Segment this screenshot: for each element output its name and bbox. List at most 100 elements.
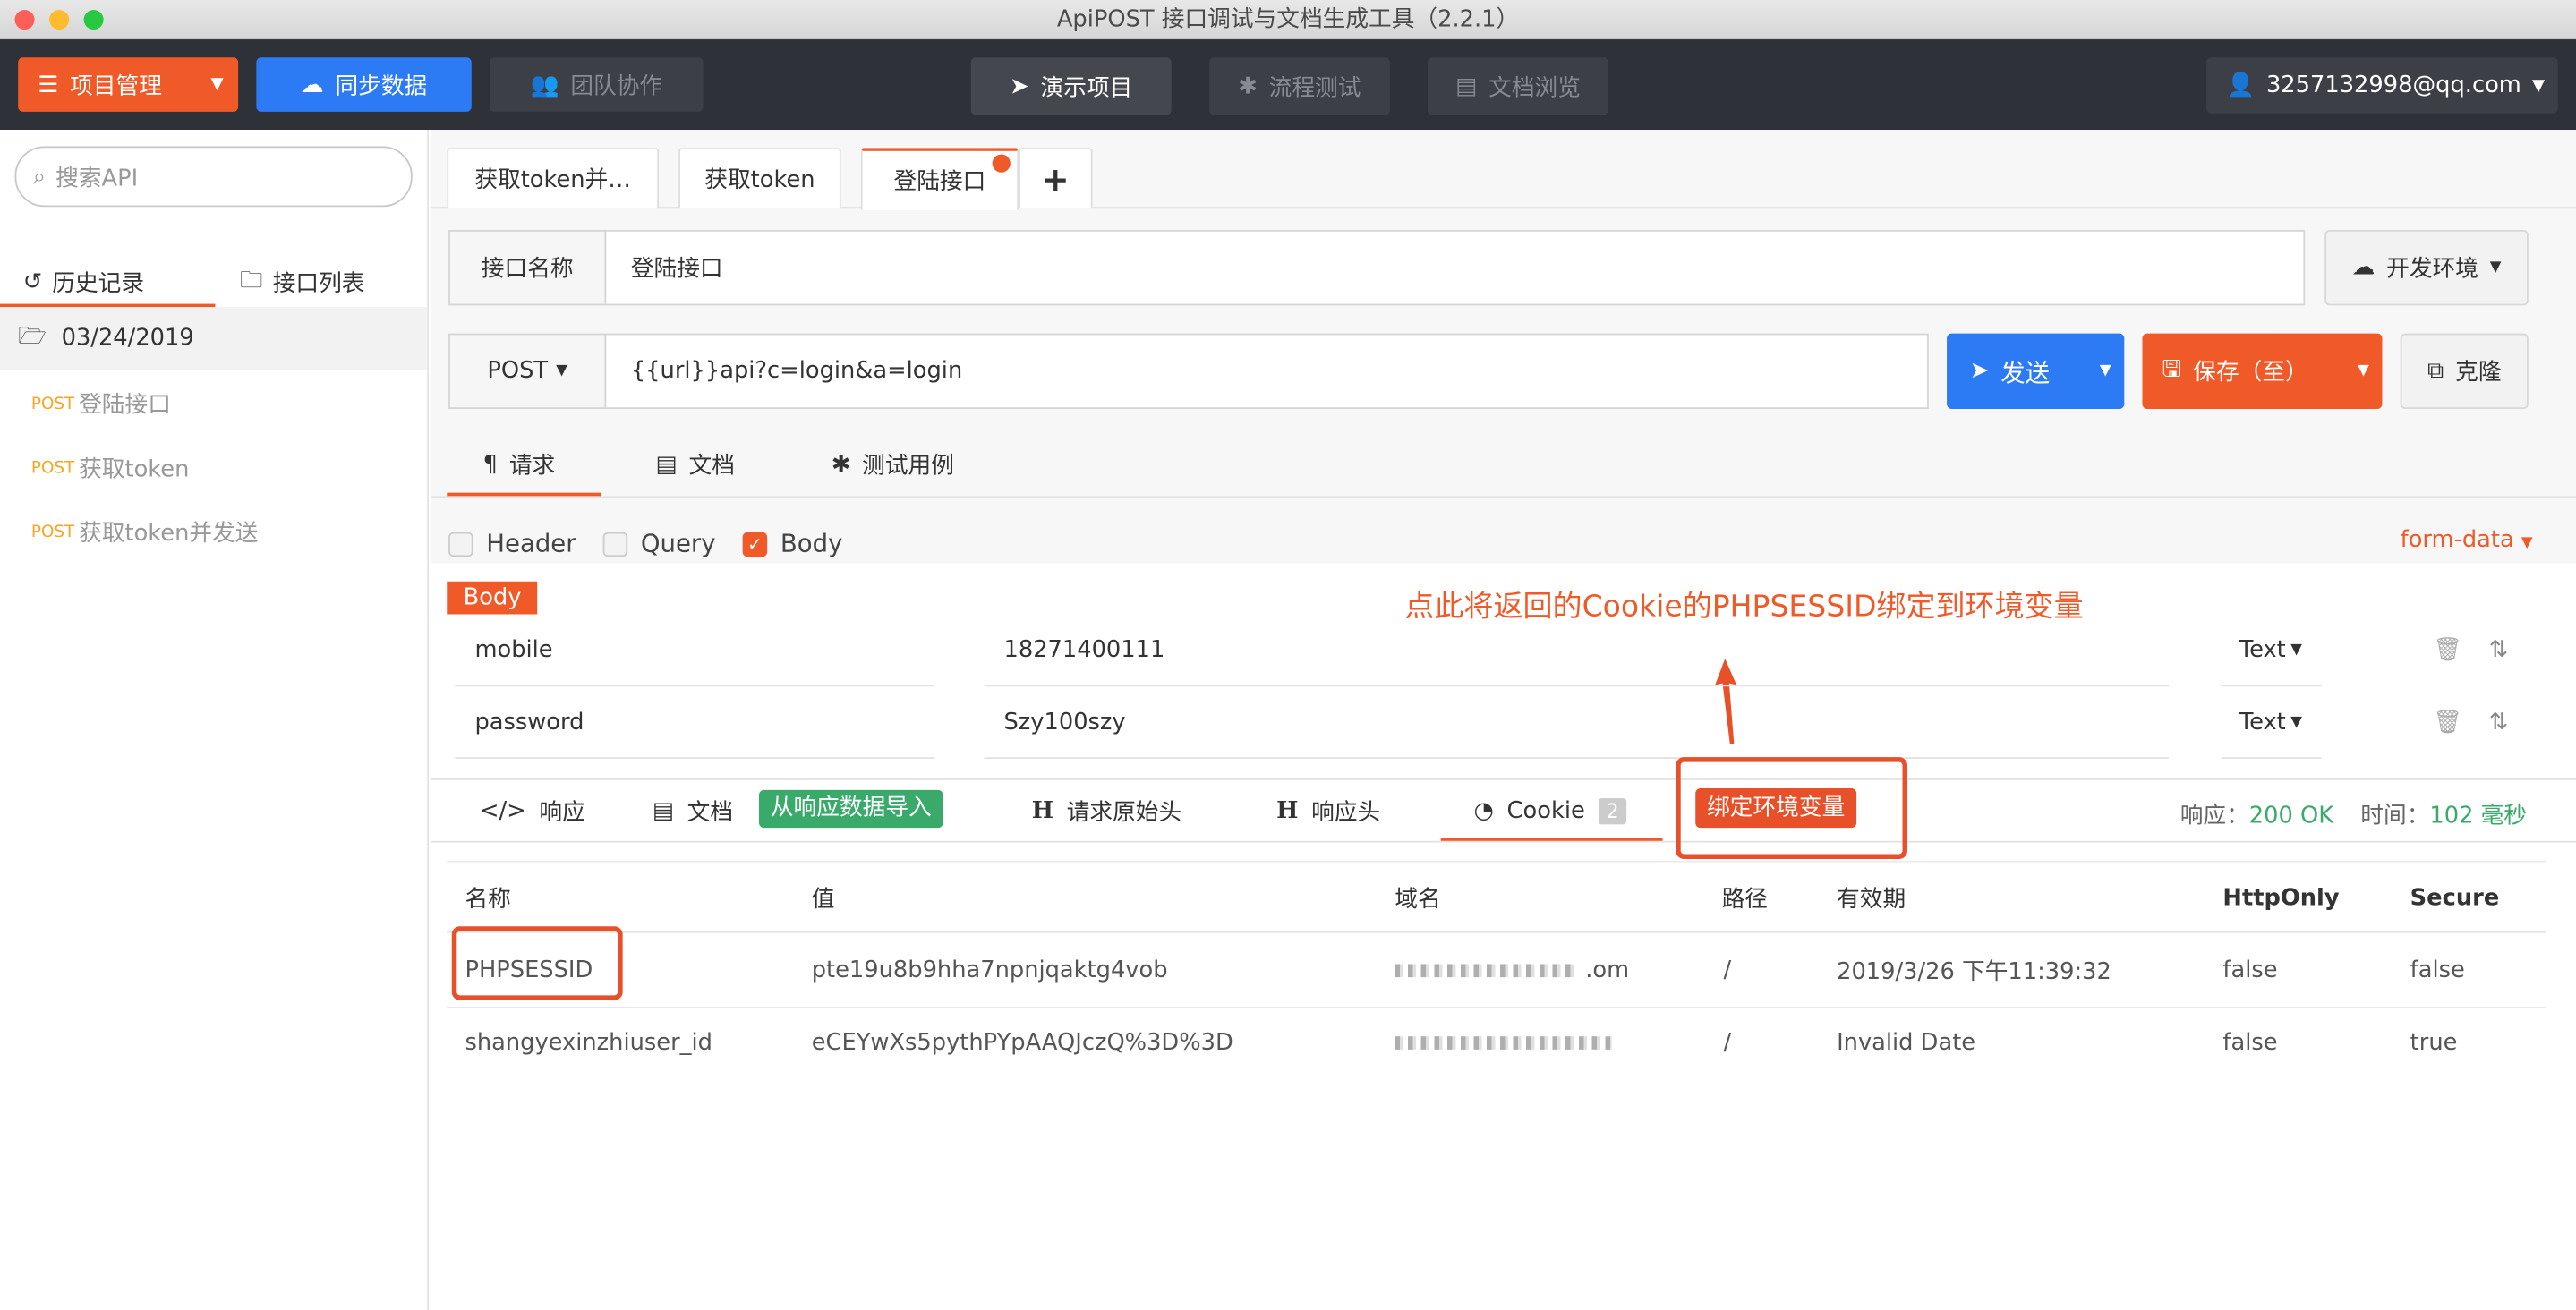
import-from-response-button[interactable]: 从响应数据导入 [759,789,943,829]
param-type-select[interactable]: Text ▼ [2239,614,2302,686]
trash-icon[interactable]: 🗑 [2433,686,2462,759]
caret-down-icon: ▼ [2290,714,2302,731]
tab-response-headers-label: 响应头 [1311,799,1381,827]
caret-down-icon: ▼ [2532,76,2546,95]
param-row: password Szy100szy Text ▼ 🗑 ⇅ [447,686,2546,760]
body-checkbox[interactable]: ✓ Body [742,529,843,559]
close-window-button[interactable] [14,10,35,30]
tab-response-doc-label: 文档 [687,799,734,827]
param-key[interactable]: mobile [474,614,552,686]
redacted-text [1395,1036,1612,1050]
doc-browse-label: 文档浏览 [1488,74,1581,101]
add-tab-button[interactable]: + [1019,148,1093,209]
table-row[interactable]: PHPSESSID pte19u8b9hha7npnjqaktg4vob .om… [447,934,2546,1007]
list-item[interactable]: POST 获取token并发送 [0,499,427,565]
doc-browse-button[interactable]: ▤ 文档浏览 [1428,57,1608,115]
clone-button[interactable]: ⧉ 克隆 [2400,333,2529,410]
unsaved-dot-icon [992,154,1011,173]
caret-down-icon: ▼ [2521,535,2533,552]
sort-icon[interactable]: ⇅ [2489,614,2509,686]
method-select[interactable]: POST ▼ [448,333,607,410]
api-name-input[interactable]: 登陆接口 [604,229,2306,306]
cookie-secure: true [2410,1007,2458,1079]
date-group[interactable]: 🗁 03/24/2019 [0,307,428,370]
cookie-httponly-text: false [2222,957,2278,984]
team-collaboration-button[interactable]: 👥 团队协作 [489,57,704,112]
param-value[interactable]: 18271400111 [1003,614,1164,686]
file-tab-active[interactable]: 登陆接口 [860,148,1019,210]
bind-env-variable-button[interactable]: 绑定环境变量 [1695,788,1857,829]
list-item-name: 获取token [79,456,190,483]
bug-icon: ✱ [831,451,851,479]
column-header-label: 域名 [1395,886,1441,913]
project-management-label: 项目管理 [70,72,162,100]
param-key-text: password [474,709,584,736]
sidebar: ⌕ 搜索API ↺ 历史记录 🗀 接口列表 🗁 03/24/2019 POST … [0,130,430,1310]
param-key[interactable]: password [474,686,584,759]
tab-cookie[interactable]: ◔ Cookie 2 [1473,782,1627,841]
window-titlebar: ApiPOST 接口调试与文档生成工具（2.2.1） [0,0,2576,40]
trash-icon[interactable]: 🗑 [2433,614,2462,686]
column-header-label: 值 [811,886,835,913]
tab-doc[interactable]: ▤ 文档 [655,434,735,497]
tab-response-headers[interactable]: H 响应头 [1276,782,1380,841]
tab-api-list[interactable]: 🗀 接口列表 [240,258,364,307]
header-checkbox[interactable]: Header [448,529,576,558]
search-input[interactable]: ⌕ 搜索API [14,146,413,208]
column-header-value: 值 [812,867,835,928]
file-tab[interactable]: 获取token [678,148,841,209]
cookie-path: / [1723,1007,1731,1079]
file-tab-label: 登陆接口 [893,169,986,196]
file-tab[interactable]: 获取token并… [447,148,660,209]
flow-test-button[interactable]: ✱ 流程测试 [1208,57,1390,115]
cookie-value-text: pte19u8b9hha7npnjqaktg4vob [811,957,1168,984]
list-item[interactable]: POST 获取token [0,435,427,500]
tab-response[interactable]: </> 响应 [480,782,585,841]
api-name-value: 登陆接口 [630,256,723,283]
cookie-path-text: / [1723,1029,1732,1057]
column-header-label: Secure [2410,884,2500,911]
body-label: Body [780,529,843,559]
sync-data-button[interactable]: ☁ 同步数据 [256,57,472,112]
column-header-path: 路径 [1722,867,1768,928]
table-row[interactable]: shangyexinzhiuser_id eCEYwXs5pythPYpAAQJ… [447,1007,2546,1079]
divider [2221,757,2322,760]
cookie-httponly-text: false [2222,1029,2278,1057]
cookie-expires: Invalid Date [1837,1007,1975,1079]
url-value: {{url}}api?c=login&a=login [630,358,963,385]
url-input[interactable]: {{url}}api?c=login&a=login [604,333,1929,410]
body-tag-label: Body [463,584,522,611]
send-button[interactable]: ➤ 发送 ▼ [1947,333,2125,410]
user-account-button[interactable]: 👤 3257132998@qq.com ▼ [2206,57,2558,114]
demo-project-button[interactable]: ➤ 演示项目 [970,57,1172,115]
code-icon: </> [479,798,526,825]
search-icon: ⌕ [32,163,47,191]
minimize-window-button[interactable] [49,10,70,30]
save-button[interactable]: 🖫 保存（至） ▼ [2142,333,2383,410]
tab-raw-headers[interactable]: H 请求原始头 [1032,782,1181,841]
divider [984,757,2169,760]
list-item[interactable]: POST 登陆接口 [0,371,427,437]
project-management-button[interactable]: ☰ 项目管理 ▼ [18,57,239,112]
sort-icon[interactable]: ⇅ [2489,686,2509,759]
tab-test-case[interactable]: ✱ 测试用例 [832,434,954,497]
column-header-domain: 域名 [1395,867,1440,928]
tab-request[interactable]: ¶ 请求 [483,434,556,497]
caret-down-icon[interactable]: ▼ [2100,363,2111,379]
tab-response-doc[interactable]: ▤ 文档 [653,782,733,841]
tab-cookie-label: Cookie [1506,798,1585,825]
form-type-select[interactable]: form-data ▼ [2401,527,2533,553]
divider [447,931,2547,933]
cloud-download-icon: ☁ [300,71,324,98]
tab-history[interactable]: ↺ 历史记录 [23,258,144,307]
environment-select[interactable]: ☁ 开发环境 ▼ [2324,229,2529,306]
zoom-window-button[interactable] [83,10,104,30]
list-item-name: 获取token并发送 [79,520,259,548]
param-value[interactable]: Szy100szy [1003,686,1125,759]
plus-icon: + [1041,159,1070,200]
demo-project-label: 演示项目 [1040,74,1133,101]
search-placeholder: 搜索API [55,165,139,191]
param-type-select[interactable]: Text ▼ [2239,686,2302,759]
caret-down-icon[interactable]: ▼ [2358,363,2369,379]
query-checkbox[interactable]: Query [602,529,716,558]
